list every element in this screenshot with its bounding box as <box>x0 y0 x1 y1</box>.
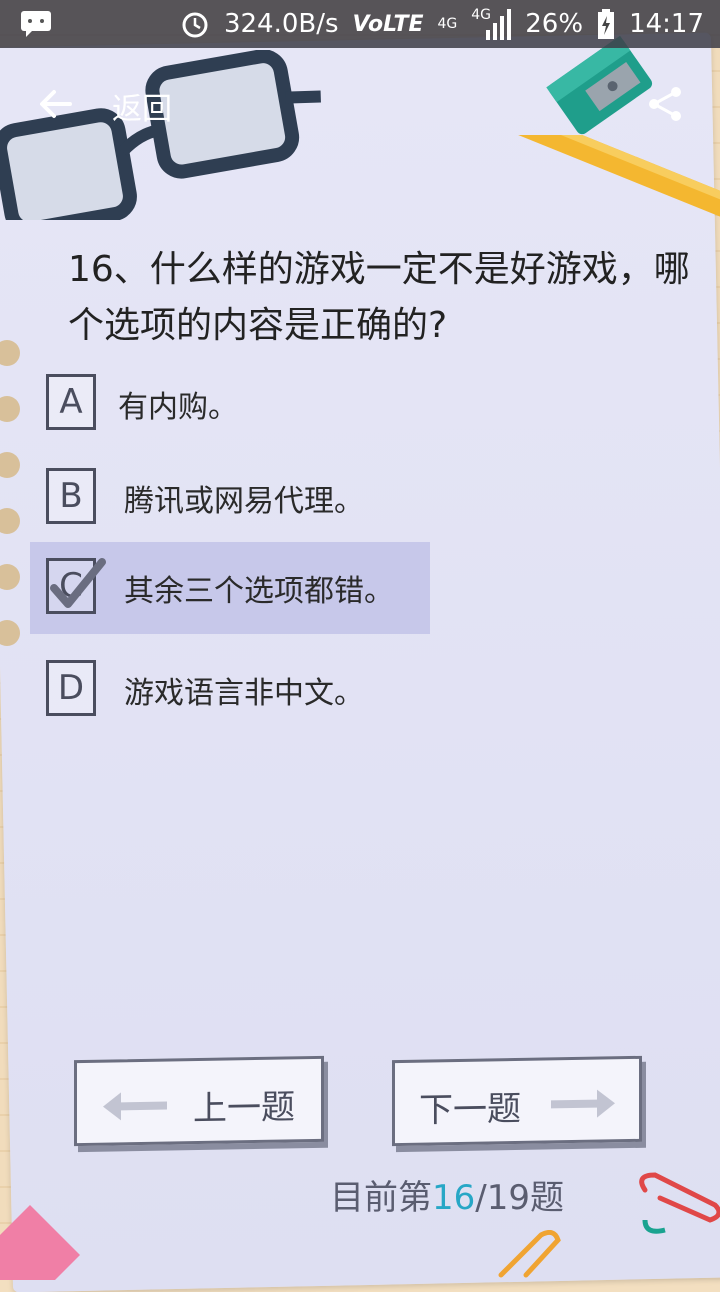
signal-icon <box>486 9 512 40</box>
option-text: 有内购。 <box>118 390 238 425</box>
clock: 14:17 <box>629 9 704 39</box>
battery-charging-icon <box>598 9 615 39</box>
back-arrow-icon[interactable] <box>36 84 76 124</box>
status-bar: 324.0B/s VoLTE 4G 4G 26% 14:17 <box>0 0 720 48</box>
back-button[interactable]: 返回 <box>112 84 172 128</box>
checkmark-icon <box>50 558 106 608</box>
prev-question-label: 上一题 <box>193 1087 295 1130</box>
battery-percent: 26% <box>525 9 584 39</box>
share-icon[interactable] <box>646 84 686 124</box>
prev-question-button[interactable]: 上一题 <box>74 1055 324 1147</box>
arrow-left-icon <box>103 1092 167 1121</box>
alarm-icon <box>182 12 208 38</box>
question-text: 16、什么样的游戏一定不是好游戏，哪个选项的内容是正确的? <box>68 249 690 346</box>
message-icon <box>21 11 51 37</box>
ring-holes <box>0 340 30 700</box>
eraser-icon <box>0 1205 80 1280</box>
paperclip-icon <box>498 1230 561 1278</box>
next-question-button[interactable]: 下一题 <box>392 1055 642 1147</box>
question-progress: 目前第16/19题 <box>330 1170 564 1219</box>
network-speed: 324.0B/s <box>223 9 339 39</box>
progress-current: 16 <box>432 1178 476 1218</box>
arrow-right-icon <box>551 1089 615 1118</box>
glasses-icon <box>0 50 321 220</box>
option-c[interactable]: C 其余三个选项都错。 <box>30 542 430 634</box>
next-question-label: 下一题 <box>419 1088 521 1131</box>
progress-suffix: 题 <box>530 1178 564 1218</box>
paperclip-icon <box>639 1172 720 1234</box>
option-text: 其余三个选项都错。 <box>124 574 394 609</box>
option-b[interactable]: B 腾讯或网易代理。 <box>30 452 430 544</box>
progress-prefix: 目前第 <box>330 1178 432 1218</box>
signal-4g-label: 4G <box>437 16 458 32</box>
option-text: 游戏语言非中文。 <box>124 676 364 711</box>
option-letter-box: B <box>46 468 96 524</box>
progress-separator: / <box>475 1178 487 1218</box>
option-text: 腾讯或网易代理。 <box>124 484 364 519</box>
option-letter-box: A <box>46 374 96 430</box>
progress-total: 19 <box>486 1178 530 1218</box>
option-letter-box: D <box>46 660 96 716</box>
option-d[interactable]: D 游戏语言非中文。 <box>30 644 430 736</box>
volte-label: VoLTE <box>352 11 424 37</box>
option-a[interactable]: A 有内购。 <box>30 358 430 450</box>
